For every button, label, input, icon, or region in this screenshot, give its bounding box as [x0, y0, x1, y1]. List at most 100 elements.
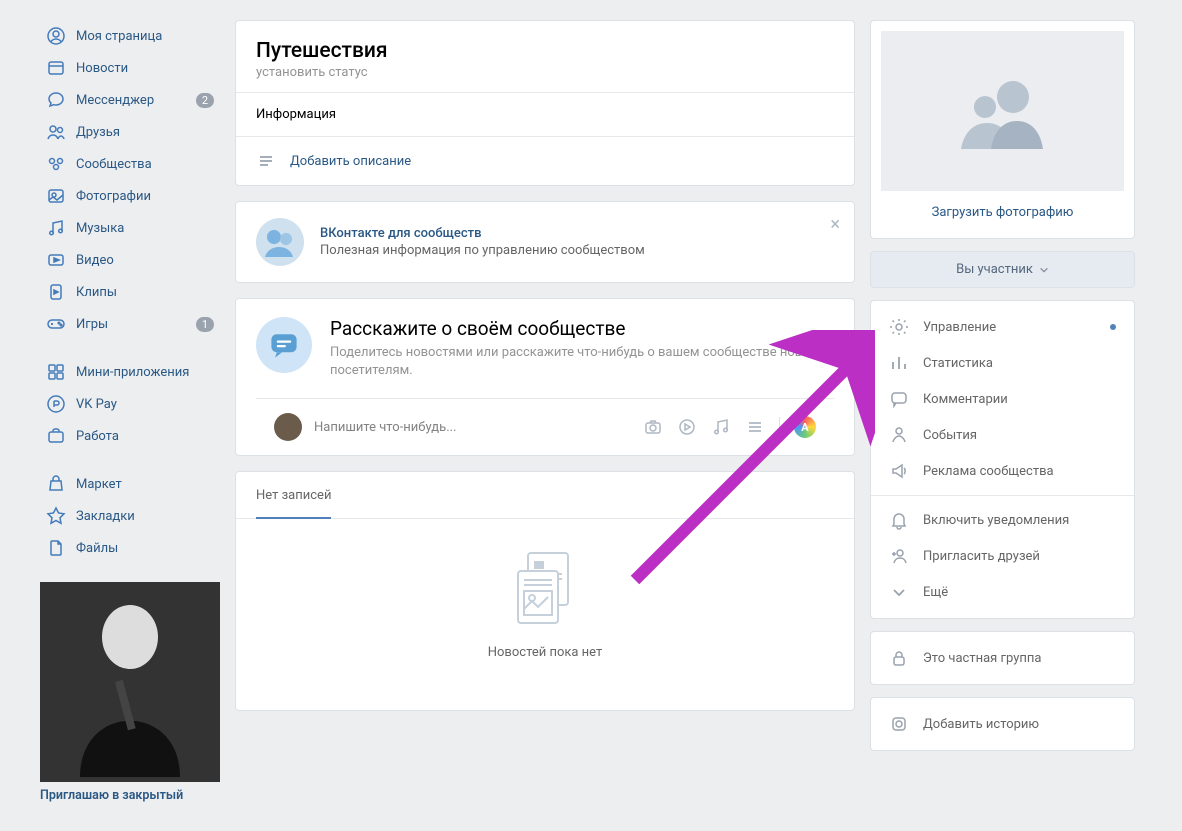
gear-icon	[889, 317, 909, 337]
bookmark-icon	[46, 506, 66, 526]
nav-clips[interactable]: Клипы	[40, 276, 220, 308]
market-icon	[46, 474, 66, 494]
left-sidebar: Моя страница Новости Мессенджер 2 Друзья…	[40, 20, 220, 803]
tell-title: Расскажите о своём сообществе	[330, 317, 834, 340]
stats-icon	[889, 353, 909, 373]
nav-label: VK Pay	[76, 397, 117, 412]
menu-more[interactable]: Ещё	[871, 574, 1134, 610]
upload-photo-link[interactable]: Загрузить фотографию	[881, 201, 1124, 228]
ai-icon[interactable]: A	[794, 416, 816, 438]
nav-friends[interactable]: Друзья	[40, 116, 220, 148]
nav-bookmarks[interactable]: Закладки	[40, 500, 220, 532]
divider	[779, 417, 780, 437]
invite-icon	[889, 546, 909, 566]
nav-my-page[interactable]: Моя страница	[40, 20, 220, 52]
member-button[interactable]: Вы участник	[870, 251, 1135, 288]
right-sidebar: Загрузить фотографию Вы участник Управле…	[870, 20, 1135, 803]
nav-label: Клипы	[76, 285, 117, 300]
chat-bubble-icon	[256, 317, 312, 373]
info-section[interactable]: Информация	[236, 92, 854, 136]
nav-list-primary: Моя страница Новости Мессенджер 2 Друзья…	[40, 20, 220, 340]
video-icon	[46, 250, 66, 270]
menu-stats[interactable]: Статистика	[871, 345, 1134, 381]
nav-label: Музыка	[76, 221, 124, 236]
vk-info-title: ВКонтакте для сообществ	[320, 226, 645, 241]
posts-card: Нет записей	[235, 471, 855, 711]
menu-label: События	[923, 428, 977, 443]
set-status-link[interactable]: установить статус	[256, 65, 834, 80]
empty-state: Новостей пока нет	[236, 519, 854, 710]
profile-image	[40, 582, 220, 782]
menu-invite[interactable]: Пригласить друзей	[871, 538, 1134, 574]
nav-label: Файлы	[76, 541, 118, 556]
chevron-down-icon	[1039, 265, 1049, 275]
apps-icon	[46, 362, 66, 382]
nav-market[interactable]: Маркет	[40, 468, 220, 500]
menu-events[interactable]: События	[871, 417, 1134, 453]
menu-label: Включить уведомления	[923, 513, 1069, 528]
private-group-label: Это частная группа	[923, 651, 1041, 666]
close-icon[interactable]: ×	[830, 214, 840, 235]
lock-icon	[889, 648, 909, 668]
nav-messenger[interactable]: Мессенджер 2	[40, 84, 220, 116]
groups-icon	[46, 154, 66, 174]
menu-ads[interactable]: Реклама сообщества	[871, 453, 1134, 489]
photo-upload-card: Загрузить фотографию	[870, 20, 1135, 239]
bell-icon	[889, 510, 909, 530]
nav-photos[interactable]: Фотографии	[40, 180, 220, 212]
nav-label: Фотографии	[76, 189, 151, 204]
nav-music[interactable]: Музыка	[40, 212, 220, 244]
music-icon	[46, 218, 66, 238]
group-title: Путешествия	[256, 39, 834, 63]
nav-label: Закладки	[76, 509, 135, 524]
menu-label: Пригласить друзей	[923, 549, 1040, 564]
nav-mini-apps[interactable]: Мини-приложения	[40, 356, 220, 388]
nav-label: Игры	[76, 317, 108, 332]
menu-notifications[interactable]: Включить уведомления	[871, 502, 1134, 538]
comments-icon	[889, 389, 909, 409]
tell-about-card: Расскажите о своём сообществе Поделитесь…	[235, 298, 855, 456]
add-story[interactable]: Добавить историю	[871, 706, 1134, 742]
friends-icon	[46, 122, 66, 142]
private-group[interactable]: Это частная группа	[871, 640, 1134, 676]
sidebar-profile-block[interactable]: Приглашаю в закрытый	[40, 582, 220, 803]
tab-no-posts[interactable]: Нет записей	[256, 472, 331, 519]
video-icon[interactable]	[677, 417, 697, 437]
nav-games[interactable]: Игры 1	[40, 308, 220, 340]
nav-list-tertiary: Маркет Закладки Файлы	[40, 468, 220, 564]
work-icon	[46, 426, 66, 446]
menu-manage[interactable]: Управление	[871, 309, 1134, 345]
main-column: Путешествия установить статус Информация…	[235, 20, 855, 803]
nav-label: Моя страница	[76, 29, 162, 44]
photo-placeholder[interactable]	[881, 31, 1124, 191]
nav-label: Видео	[76, 253, 114, 268]
menu-label: Комментарии	[923, 392, 1008, 407]
nav-label: Друзья	[76, 125, 120, 140]
post-input-row[interactable]: Напишите что-нибудь... A	[256, 398, 834, 455]
more-icon[interactable]	[745, 417, 765, 437]
nav-vk-pay[interactable]: VK Pay	[40, 388, 220, 420]
private-group-card: Это частная группа	[870, 631, 1135, 685]
group-header-card: Путешествия установить статус Информация…	[235, 20, 855, 186]
nav-news[interactable]: Новости	[40, 52, 220, 84]
nav-groups[interactable]: Сообщества	[40, 148, 220, 180]
menu-label: Реклама сообщества	[923, 464, 1054, 479]
music-icon[interactable]	[711, 417, 731, 437]
story-icon	[889, 714, 909, 734]
posts-tabs: Нет записей	[236, 472, 854, 519]
nav-label: Мессенджер	[76, 93, 154, 108]
nav-video[interactable]: Видео	[40, 244, 220, 276]
vk-info-avatar	[256, 218, 304, 266]
clips-icon	[46, 282, 66, 302]
add-description[interactable]: Добавить описание	[236, 136, 854, 185]
nav-label: Новости	[76, 61, 128, 76]
nav-work[interactable]: Работа	[40, 420, 220, 452]
camera-icon[interactable]	[643, 417, 663, 437]
ads-icon	[889, 461, 909, 481]
nav-list-secondary: Мини-приложения VK Pay Работа	[40, 356, 220, 452]
menu-comments[interactable]: Комментарии	[871, 381, 1134, 417]
admin-menu-card: Управление Статистика Комментарии Событи…	[870, 300, 1135, 619]
nav-badge: 2	[196, 93, 214, 108]
nav-files[interactable]: Файлы	[40, 532, 220, 564]
vk-info-card[interactable]: ВКонтакте для сообществ Полезная информа…	[235, 201, 855, 283]
